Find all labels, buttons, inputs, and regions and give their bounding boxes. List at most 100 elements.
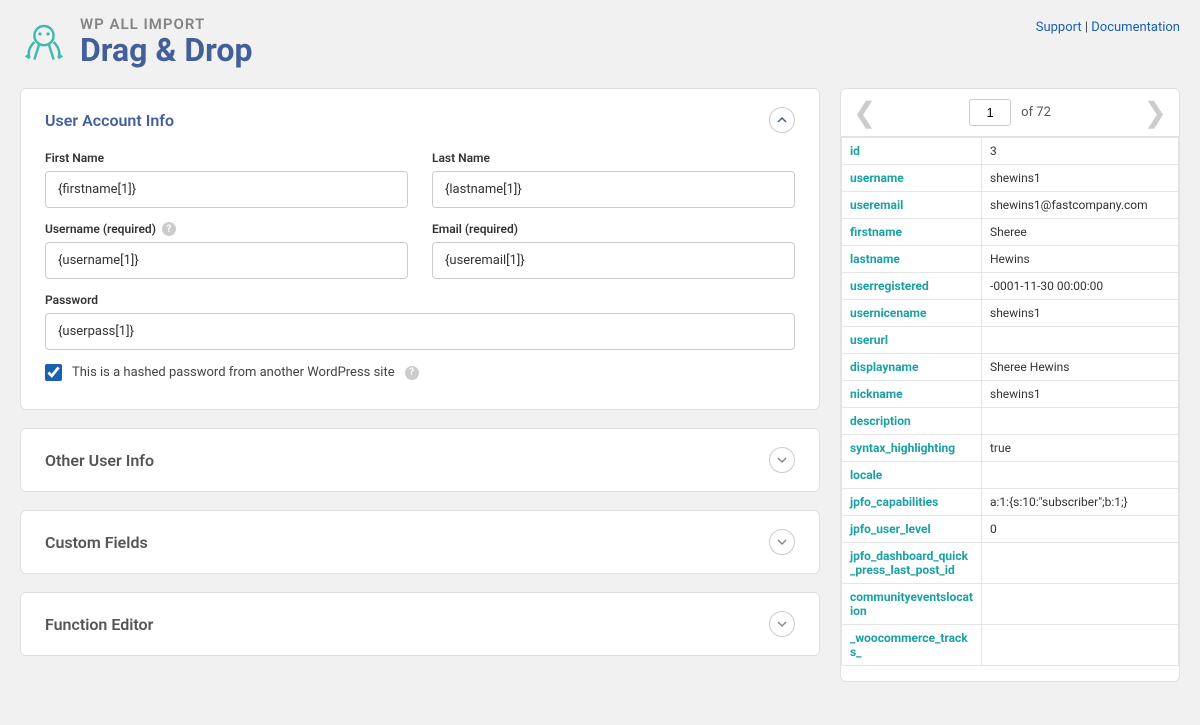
- page-title: Drag & Drop: [80, 33, 252, 68]
- record-key[interactable]: id: [842, 138, 982, 165]
- record-value[interactable]: [982, 625, 1179, 666]
- record-value[interactable]: shewins1@fastcompany.com: [982, 192, 1179, 219]
- lastname-field: Last Name: [432, 151, 795, 208]
- record-value[interactable]: shewins1: [982, 381, 1179, 408]
- panel-title: Function Editor: [45, 615, 153, 634]
- page-header: WP ALL IMPORT Drag & Drop Support | Docu…: [0, 0, 1200, 88]
- other-user-info-panel: Other User Info: [20, 428, 820, 492]
- record-key[interactable]: firstname: [842, 219, 982, 246]
- chevron-down-icon[interactable]: [769, 611, 795, 637]
- panel-title: User Account Info: [45, 111, 174, 130]
- email-label: Email (required): [432, 222, 795, 236]
- table-row: locale: [842, 462, 1179, 489]
- prev-record-button[interactable]: ❮: [853, 99, 876, 127]
- password-field: Password: [45, 293, 795, 350]
- email-input[interactable]: [432, 242, 795, 279]
- user-account-info-panel: User Account Info First Name Last Name: [20, 88, 820, 410]
- record-total-label: of 72: [1021, 105, 1051, 120]
- firstname-field: First Name: [45, 151, 408, 208]
- table-row: displaynameSheree Hewins: [842, 354, 1179, 381]
- record-key[interactable]: jpfo_dashboard_quick_press_last_post_id: [842, 543, 982, 584]
- help-icon[interactable]: ?: [405, 366, 419, 380]
- table-row: syntax_highlightingtrue: [842, 435, 1179, 462]
- chevron-up-icon[interactable]: [769, 107, 795, 133]
- record-value[interactable]: [982, 327, 1179, 354]
- record-key[interactable]: jpfo_capabilities: [842, 489, 982, 516]
- user-account-info-header[interactable]: User Account Info: [21, 89, 819, 151]
- table-row: jpfo_user_level0: [842, 516, 1179, 543]
- record-value[interactable]: [982, 462, 1179, 489]
- firstname-label: First Name: [45, 151, 408, 165]
- documentation-link[interactable]: Documentation: [1091, 20, 1180, 35]
- hashed-password-checkbox[interactable]: [45, 364, 62, 381]
- record-key[interactable]: userregistered: [842, 273, 982, 300]
- logo-icon: [20, 18, 68, 66]
- table-row: jpfo_capabilitiesa:1:{s:10:"subscriber";…: [842, 489, 1179, 516]
- record-value[interactable]: 3: [982, 138, 1179, 165]
- username-label: Username (required)?: [45, 222, 408, 236]
- table-row: id3: [842, 138, 1179, 165]
- record-value[interactable]: Sheree: [982, 219, 1179, 246]
- record-key[interactable]: usernicename: [842, 300, 982, 327]
- custom-fields-header[interactable]: Custom Fields: [21, 511, 819, 573]
- panel-title: Other User Info: [45, 451, 154, 470]
- username-input[interactable]: [45, 242, 408, 279]
- record-value[interactable]: Hewins: [982, 246, 1179, 273]
- other-user-info-header[interactable]: Other User Info: [21, 429, 819, 491]
- table-row: usernameshewins1: [842, 165, 1179, 192]
- chevron-down-icon[interactable]: [769, 447, 795, 473]
- record-key[interactable]: communityeventslocation: [842, 584, 982, 625]
- record-key[interactable]: locale: [842, 462, 982, 489]
- lastname-input[interactable]: [432, 171, 795, 208]
- record-value[interactable]: [982, 584, 1179, 625]
- next-record-button[interactable]: ❯: [1144, 99, 1167, 127]
- password-input[interactable]: [45, 313, 795, 350]
- password-label: Password: [45, 293, 795, 307]
- table-row: jpfo_dashboard_quick_press_last_post_id: [842, 543, 1179, 584]
- record-index-input[interactable]: [969, 99, 1011, 126]
- record-key[interactable]: useremail: [842, 192, 982, 219]
- record-key[interactable]: jpfo_user_level: [842, 516, 982, 543]
- email-field: Email (required): [432, 222, 795, 279]
- function-editor-panel: Function Editor: [20, 592, 820, 656]
- table-row: description: [842, 408, 1179, 435]
- username-field: Username (required)?: [45, 222, 408, 279]
- firstname-input[interactable]: [45, 171, 408, 208]
- record-key[interactable]: username: [842, 165, 982, 192]
- record-value[interactable]: Sheree Hewins: [982, 354, 1179, 381]
- hashed-password-label: This is a hashed password from another W…: [72, 365, 395, 380]
- table-row: userurl: [842, 327, 1179, 354]
- record-value[interactable]: 0: [982, 516, 1179, 543]
- help-icon[interactable]: ?: [162, 222, 176, 236]
- table-row: _woocommerce_tracks_: [842, 625, 1179, 666]
- chevron-down-icon[interactable]: [769, 529, 795, 555]
- lastname-label: Last Name: [432, 151, 795, 165]
- record-preview: id3usernameshewins1useremailshewins1@fas…: [840, 137, 1180, 682]
- table-row: nicknameshewins1: [842, 381, 1179, 408]
- record-value[interactable]: shewins1: [982, 165, 1179, 192]
- table-row: communityeventslocation: [842, 584, 1179, 625]
- record-value[interactable]: [982, 408, 1179, 435]
- custom-fields-panel: Custom Fields: [20, 510, 820, 574]
- record-value[interactable]: a:1:{s:10:"subscriber";b:1;}: [982, 489, 1179, 516]
- table-row: usernicenameshewins1: [842, 300, 1179, 327]
- header-links: Support | Documentation: [1036, 15, 1180, 35]
- record-table: id3usernameshewins1useremailshewins1@fas…: [841, 137, 1179, 666]
- record-value[interactable]: true: [982, 435, 1179, 462]
- support-link[interactable]: Support: [1036, 20, 1082, 35]
- record-key[interactable]: _woocommerce_tracks_: [842, 625, 982, 666]
- table-row: firstnameSheree: [842, 219, 1179, 246]
- record-value[interactable]: [982, 543, 1179, 584]
- record-key[interactable]: nickname: [842, 381, 982, 408]
- record-preview-scroll[interactable]: id3usernameshewins1useremailshewins1@fas…: [841, 137, 1179, 681]
- table-row: lastnameHewins: [842, 246, 1179, 273]
- record-value[interactable]: -0001-11-30 00:00:00: [982, 273, 1179, 300]
- function-editor-header[interactable]: Function Editor: [21, 593, 819, 655]
- record-key[interactable]: description: [842, 408, 982, 435]
- record-key[interactable]: displayname: [842, 354, 982, 381]
- record-key[interactable]: userurl: [842, 327, 982, 354]
- record-key[interactable]: syntax_highlighting: [842, 435, 982, 462]
- record-key[interactable]: lastname: [842, 246, 982, 273]
- record-value[interactable]: shewins1: [982, 300, 1179, 327]
- panel-title: Custom Fields: [45, 533, 148, 552]
